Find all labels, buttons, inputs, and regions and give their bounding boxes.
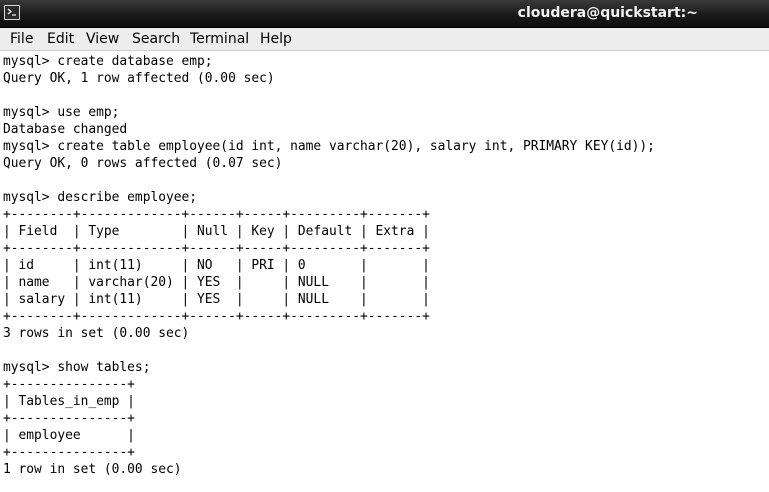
terminal-line: | Field | Type | Null | Key | Default | … [3, 224, 430, 239]
terminal-line: mysql> show tables; [3, 360, 151, 375]
terminal-window: cloudera@quickstart:~ File Edit View Sea… [0, 0, 769, 492]
terminal-output-area[interactable]: mysql> create database emp; Query OK, 1 r… [0, 51, 769, 492]
terminal-line: mysql> create table employee(id int, nam… [3, 139, 655, 154]
menu-terminal[interactable]: Terminal [190, 31, 249, 47]
terminal-line: +---------------+ [3, 377, 135, 392]
menu-search[interactable]: Search [132, 31, 180, 47]
terminal-line: 1 row in set (0.00 sec) [3, 462, 182, 477]
terminal-line: +--------+-------------+------+-----+---… [3, 207, 430, 222]
terminal-line: | name | varchar(20) | YES | | NULL | | [3, 275, 430, 290]
terminal-line: | id | int(11) | NO | PRI | 0 | | [3, 258, 430, 273]
title-bar[interactable]: cloudera@quickstart:~ [0, 0, 769, 28]
menu-file[interactable]: File [10, 31, 33, 47]
menu-bar: File Edit View Search Terminal Help [0, 28, 769, 51]
terminal-line: mysql> create database emp; [3, 54, 213, 69]
terminal-line: +---------------+ [3, 411, 135, 426]
terminal-text: mysql> create database emp; Query OK, 1 r… [3, 53, 655, 478]
terminal-line: | Tables_in_emp | [3, 394, 135, 409]
terminal-icon[interactable] [4, 5, 20, 20]
terminal-line: | employee | [3, 428, 135, 443]
menu-view[interactable]: View [86, 31, 119, 47]
terminal-line: mysql> use emp; [3, 105, 120, 120]
terminal-line: Query OK, 1 row affected (0.00 sec) [3, 71, 275, 86]
window-title: cloudera@quickstart:~ [517, 5, 698, 21]
terminal-line: +---------------+ [3, 445, 135, 460]
terminal-line: | salary | int(11) | YES | | NULL | | [3, 292, 430, 307]
terminal-line: +--------+-------------+------+-----+---… [3, 241, 430, 256]
menu-edit[interactable]: Edit [47, 31, 74, 47]
terminal-line: +--------+-------------+------+-----+---… [3, 309, 430, 324]
terminal-line: mysql> describe employee; [3, 190, 198, 205]
terminal-line: Query OK, 0 rows affected (0.07 sec) [3, 156, 283, 171]
terminal-line: Database changed [3, 122, 128, 137]
menu-help[interactable]: Help [260, 31, 292, 47]
terminal-line: 3 rows in set (0.00 sec) [3, 326, 190, 341]
